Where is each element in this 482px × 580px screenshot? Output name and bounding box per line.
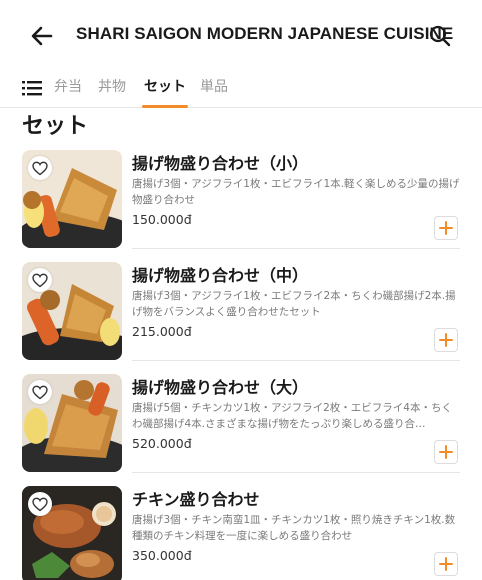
item-price: 520.000đ	[132, 436, 192, 451]
favorite-button[interactable]	[28, 492, 52, 516]
plus-icon	[439, 445, 453, 459]
item-name: 揚げ物盛り合わせ（中）	[132, 266, 309, 285]
menu-item[interactable]: チキン盛り合わせ 唐揚げ3個・チキン南蛮1皿・チキンカツ1枚・照り焼きチキン1枚…	[22, 486, 460, 580]
item-description: 唐揚げ5個・チキンカツ1枚・アジフライ2枚・エビフライ4本・ちくわ磯部揚げ4本.…	[132, 402, 452, 430]
divider	[132, 248, 460, 249]
item-price: 215.000đ	[132, 324, 192, 339]
menu-item[interactable]: 揚げ物盛り合わせ（大） 唐揚げ5個・チキンカツ1枚・アジフライ2枚・エビフライ4…	[22, 374, 460, 486]
arrow-left-icon	[31, 26, 53, 46]
tab-set[interactable]: セット	[142, 76, 188, 108]
item-description: 唐揚げ3個・アジフライ1枚・エビフライ1本.軽く楽しめる少量の揚げ物盛り合わせ	[132, 178, 460, 206]
food-photo	[22, 374, 122, 472]
app-header: SHARI SAIGON MODERN JAPANESE CUISINE	[0, 0, 482, 68]
list-menu-icon	[22, 81, 42, 96]
search-button[interactable]	[426, 22, 454, 50]
food-photo	[22, 486, 122, 580]
category-menu-button[interactable]	[22, 78, 44, 98]
active-tab-indicator	[142, 105, 188, 108]
divider	[132, 472, 460, 473]
heart-icon	[32, 273, 48, 287]
category-tabs: 弁当 丼物 セット 単品	[0, 70, 482, 108]
divider	[132, 360, 460, 361]
menu-item[interactable]: 揚げ物盛り合わせ（中） 唐揚げ3個・アジフライ1枚・エビフライ2本・ちくわ磯部揚…	[22, 262, 460, 374]
item-price: 350.000đ	[132, 548, 192, 563]
back-button[interactable]	[28, 22, 56, 50]
add-to-cart-button[interactable]	[434, 328, 458, 352]
heart-icon	[32, 497, 48, 511]
restaurant-title: SHARI SAIGON MODERN JAPANESE CUISINE	[76, 24, 454, 43]
section-title: セット	[22, 114, 89, 139]
add-to-cart-button[interactable]	[434, 440, 458, 464]
add-to-cart-button[interactable]	[434, 216, 458, 240]
tab-label: セット	[144, 79, 186, 95]
item-name: 揚げ物盛り合わせ（大）	[132, 378, 309, 397]
item-name: 揚げ物盛り合わせ（小）	[132, 154, 309, 173]
menu-item[interactable]: 揚げ物盛り合わせ（小） 唐揚げ3個・アジフライ1枚・エビフライ1本.軽く楽しめる…	[22, 150, 460, 262]
heart-icon	[32, 161, 48, 175]
tab-donburi[interactable]: 丼物	[98, 76, 126, 108]
favorite-button[interactable]	[28, 380, 52, 404]
food-photo	[22, 262, 122, 360]
tab-label: 丼物	[98, 79, 126, 95]
tab-single[interactable]: 単品	[200, 76, 228, 108]
heart-icon	[32, 385, 48, 399]
add-to-cart-button[interactable]	[434, 552, 458, 576]
plus-icon	[439, 557, 453, 571]
plus-icon	[439, 221, 453, 235]
food-photo	[22, 150, 122, 248]
item-name: チキン盛り合わせ	[132, 490, 260, 509]
item-description: 唐揚げ3個・アジフライ1枚・エビフライ2本・ちくわ磯部揚げ2本.揚げ物をバランス…	[132, 290, 456, 318]
search-icon	[429, 25, 451, 47]
favorite-button[interactable]	[28, 268, 52, 292]
item-description: 唐揚げ3個・チキン南蛮1皿・チキンカツ1枚・照り焼きチキン1枚.数種類のチキン料…	[132, 514, 456, 542]
favorite-button[interactable]	[28, 156, 52, 180]
item-price: 150.000đ	[132, 212, 192, 227]
tab-label: 弁当	[54, 79, 82, 95]
tab-bento[interactable]: 弁当	[54, 76, 82, 108]
tab-label: 単品	[200, 79, 228, 95]
plus-icon	[439, 333, 453, 347]
